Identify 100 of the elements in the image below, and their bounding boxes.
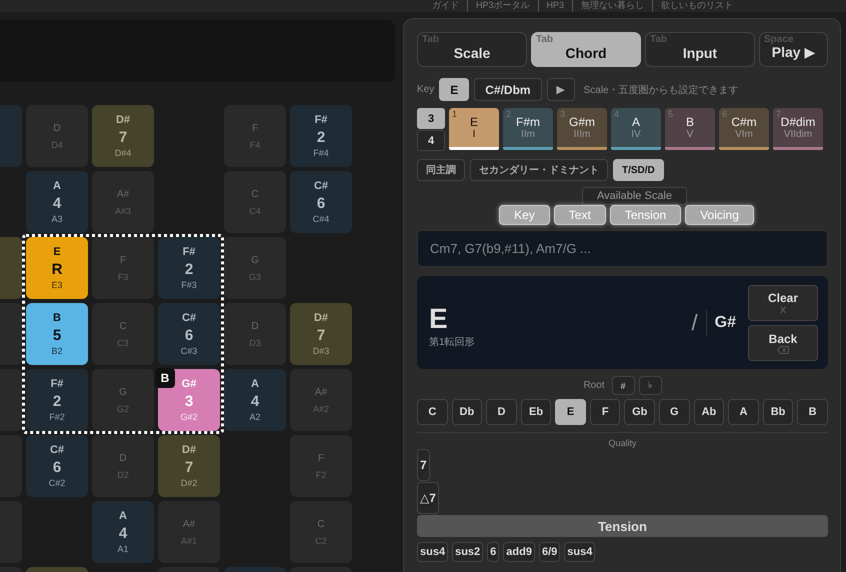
roman-numeral: VIm [735,129,753,140]
bass-note: G# [714,314,736,332]
degree-number: 4 [614,109,620,119]
diatonic-chord-button[interactable]: 3 G#m IIIm [557,108,607,150]
accidental-button[interactable]: # [612,376,635,395]
note-name: C# [182,312,196,324]
pad-key[interactable] [0,105,22,167]
diatonic-chord-button[interactable]: 1 E I [449,108,499,150]
shortcut-hint: Tab [536,34,554,45]
pad-key[interactable] [0,303,22,365]
key-label: Key [417,84,434,95]
mode-tab[interactable]: Tab Chord [531,32,641,67]
pad-key[interactable]: C# 6 C#2 [26,435,88,497]
note-name: A# [182,518,196,530]
pad-key[interactable]: A 4 A3 [26,171,88,233]
root-note-button[interactable]: E [555,399,586,425]
quality-label: Quality [607,438,638,448]
tension-option-button[interactable]: sus2 [452,542,484,562]
root-note-button[interactable]: F [590,399,620,425]
root-note-button[interactable]: Db [452,399,482,425]
root-note-button[interactable]: Gb [624,399,656,425]
degree-label: 3 [184,393,194,410]
accidental-button[interactable]: ♭ [638,376,662,395]
chord-name: A [632,115,640,129]
note-name: C [119,320,127,332]
voice-count-button[interactable]: 3 [417,108,445,129]
root-note-button[interactable]: G [659,399,690,425]
octave-label: D#4 [114,148,132,158]
chord-name: F#m [516,115,540,129]
degree-label: 4 [250,393,260,410]
pad-key[interactable]: D# 7 D#4 [92,105,154,167]
diatonic-chord-button[interactable]: 6 C#m VIm [719,108,769,150]
note-name: F# [314,114,328,126]
note-name: F# [50,378,64,390]
pad-key[interactable]: F# 2 F#2 [26,369,88,431]
octave-label: D#3 [312,346,330,356]
key-button[interactable]: C#/Dbm [474,78,542,101]
diatonic-chord-button[interactable]: 2 F#m IIm [503,108,553,150]
voice-count-button[interactable]: 4 [417,130,445,151]
pad-key[interactable]: F# 2 F#3 [158,237,220,299]
chord-option-button[interactable]: T/SD/D [613,159,664,181]
chord-name: G#m [568,115,595,129]
pad-key[interactable]: A 4 A1 [92,501,154,563]
pad-key[interactable] [0,435,22,497]
note-name: D# [314,312,328,324]
quality-button[interactable]: 7 [417,449,430,481]
note-name: G [119,386,127,398]
chord-name: B [686,115,694,129]
tension-option-button[interactable]: 6/9 [538,542,560,562]
pad-key[interactable] [0,369,22,431]
root-note-button[interactable]: Ab [694,399,724,425]
chord-input-field[interactable]: Cm7, G7(b9,#11), Am7/G ... [417,230,828,267]
pad-key[interactable]: B G# 3 G#2 [158,369,220,431]
note-name: E [53,246,61,258]
root-note-button[interactable]: Bb [762,399,794,425]
pad-key[interactable]: E R E3 [26,237,88,299]
degree-label: 2 [184,261,194,278]
backspace-icon [777,346,789,354]
pad-key[interactable] [0,237,22,299]
tension-option-button[interactable]: add9 [503,542,535,562]
root-note-button[interactable]: B [797,399,828,425]
pad-key[interactable]: F# 2 F#4 [290,105,352,167]
pad-key[interactable]: A 4 A2 [224,369,286,431]
root-note-button[interactable]: Eb [520,399,552,425]
octave-label: F#4 [313,148,329,158]
note-name: A [251,378,259,390]
chord-name: D#dim [780,115,816,129]
root-note-button[interactable]: A [728,399,759,425]
pad-key[interactable]: B 5 B2 [26,303,88,365]
tension-option-button[interactable]: sus4 [564,542,596,562]
roman-numeral: IIm [521,129,535,140]
chord-option-button[interactable]: 同主調 [417,159,465,181]
pad-key[interactable]: C# 6 C#4 [290,171,352,233]
tension-button[interactable]: Tension [417,515,828,537]
degree-label: 6 [184,327,194,344]
pad-key[interactable]: D# 7 D#2 [158,435,220,497]
chord-symbol: E [429,304,449,332]
quality-button[interactable]: △7 [417,482,439,514]
octave-label: C#3 [180,346,198,356]
root-note-button[interactable]: D [486,399,517,425]
note-name: D [251,320,259,332]
chord-option-button[interactable]: セカンダリー・ドミナント [470,159,608,181]
degree-label: 6 [52,459,62,476]
diatonic-chord-button[interactable]: 4 A IV [611,108,661,150]
play-button[interactable]: ▶ [546,78,575,101]
note-name: C# [50,444,64,456]
key-button[interactable]: E [439,78,470,101]
degree-number: 1 [452,109,458,119]
roman-numeral: VIIdim [784,129,812,140]
octave-label: B2 [51,346,62,356]
bass-badge: B [155,368,175,388]
roman-numeral: V [686,129,694,140]
back-button[interactable]: Back [748,324,818,360]
tension-option-button[interactable]: 6 [487,542,500,562]
available-scale-button[interactable]: Available Scale [582,187,687,205]
root-note-button[interactable]: C [417,399,448,425]
tension-option-button[interactable]: sus4 [417,542,448,562]
note-name: A# [314,386,328,398]
pad-key[interactable]: C# 6 C#3 [158,303,220,365]
pad-key[interactable]: D# 7 D#3 [290,303,352,365]
